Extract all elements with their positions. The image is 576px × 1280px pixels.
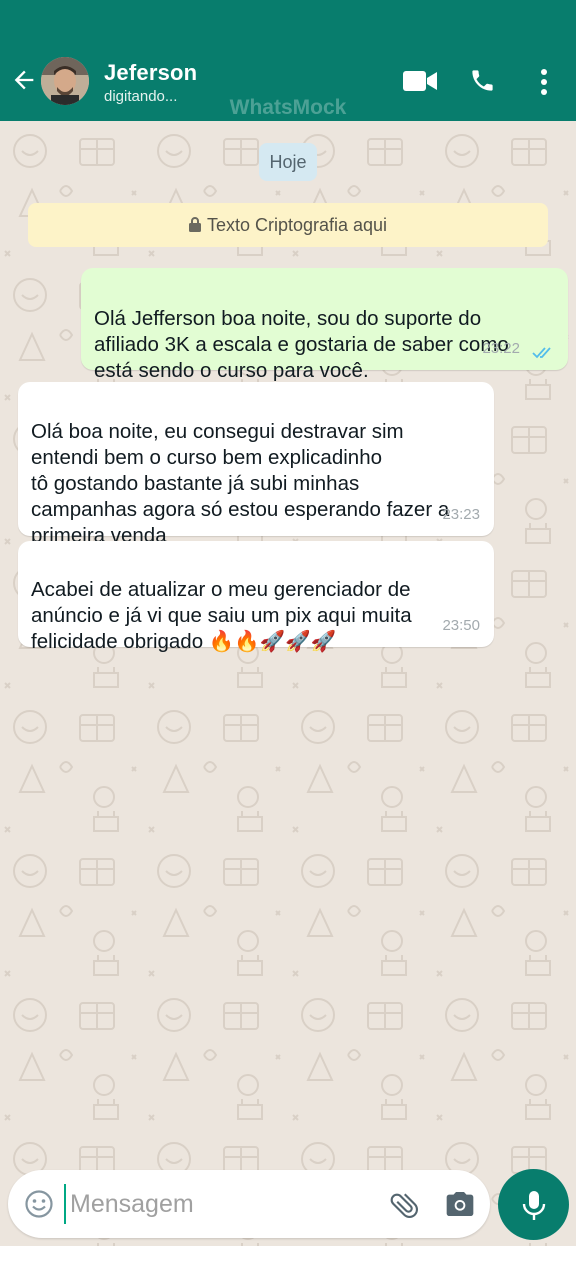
encryption-notice-text: Texto Criptografia aqui [206, 215, 388, 235]
chat-header: Jeferson digitando... WhatsMock [0, 0, 576, 121]
lock-icon [188, 217, 201, 232]
message-time: 23:22 [482, 340, 520, 357]
contact-name[interactable]: Jeferson [104, 60, 197, 86]
message-bubble-incoming[interactable]: Olá boa noite, eu consegui destravar sim… [18, 382, 494, 547]
message-bubble-outgoing[interactable]: Olá Jefferson boa noite, sou do suporte … [81, 268, 568, 382]
attach-icon[interactable] [388, 1188, 422, 1222]
mic-button[interactable] [498, 1169, 569, 1240]
mic-icon [522, 1191, 546, 1220]
emoji-icon[interactable] [24, 1189, 54, 1219]
message-composer [8, 1170, 490, 1238]
message-text: Acabei de atualizar o meu gerenciador de… [31, 578, 412, 653]
message-bubble-incoming[interactable]: Acabei de atualizar o meu gerenciador de… [18, 541, 494, 653]
message-time: 23:23 [442, 506, 480, 523]
read-receipt-icon [532, 347, 551, 359]
date-chip: Hoje [259, 143, 317, 181]
watermark: WhatsMock [229, 96, 347, 119]
back-arrow-icon[interactable] [10, 66, 38, 94]
message-time: 23:50 [442, 617, 480, 634]
bottom-bar [0, 1246, 576, 1280]
camera-icon[interactable] [444, 1188, 476, 1220]
message-text: Olá boa noite, eu consegui destravar sim… [31, 420, 450, 547]
video-call-icon[interactable] [403, 70, 437, 92]
encryption-notice[interactable]: Texto Criptografia aqui [28, 203, 548, 247]
chat-area[interactable]: Hoje Texto Criptografia aqui Olá Jeffers… [0, 121, 576, 1246]
phone-icon[interactable] [469, 67, 496, 94]
more-vert-icon[interactable] [536, 68, 552, 96]
message-input[interactable] [64, 1184, 364, 1224]
